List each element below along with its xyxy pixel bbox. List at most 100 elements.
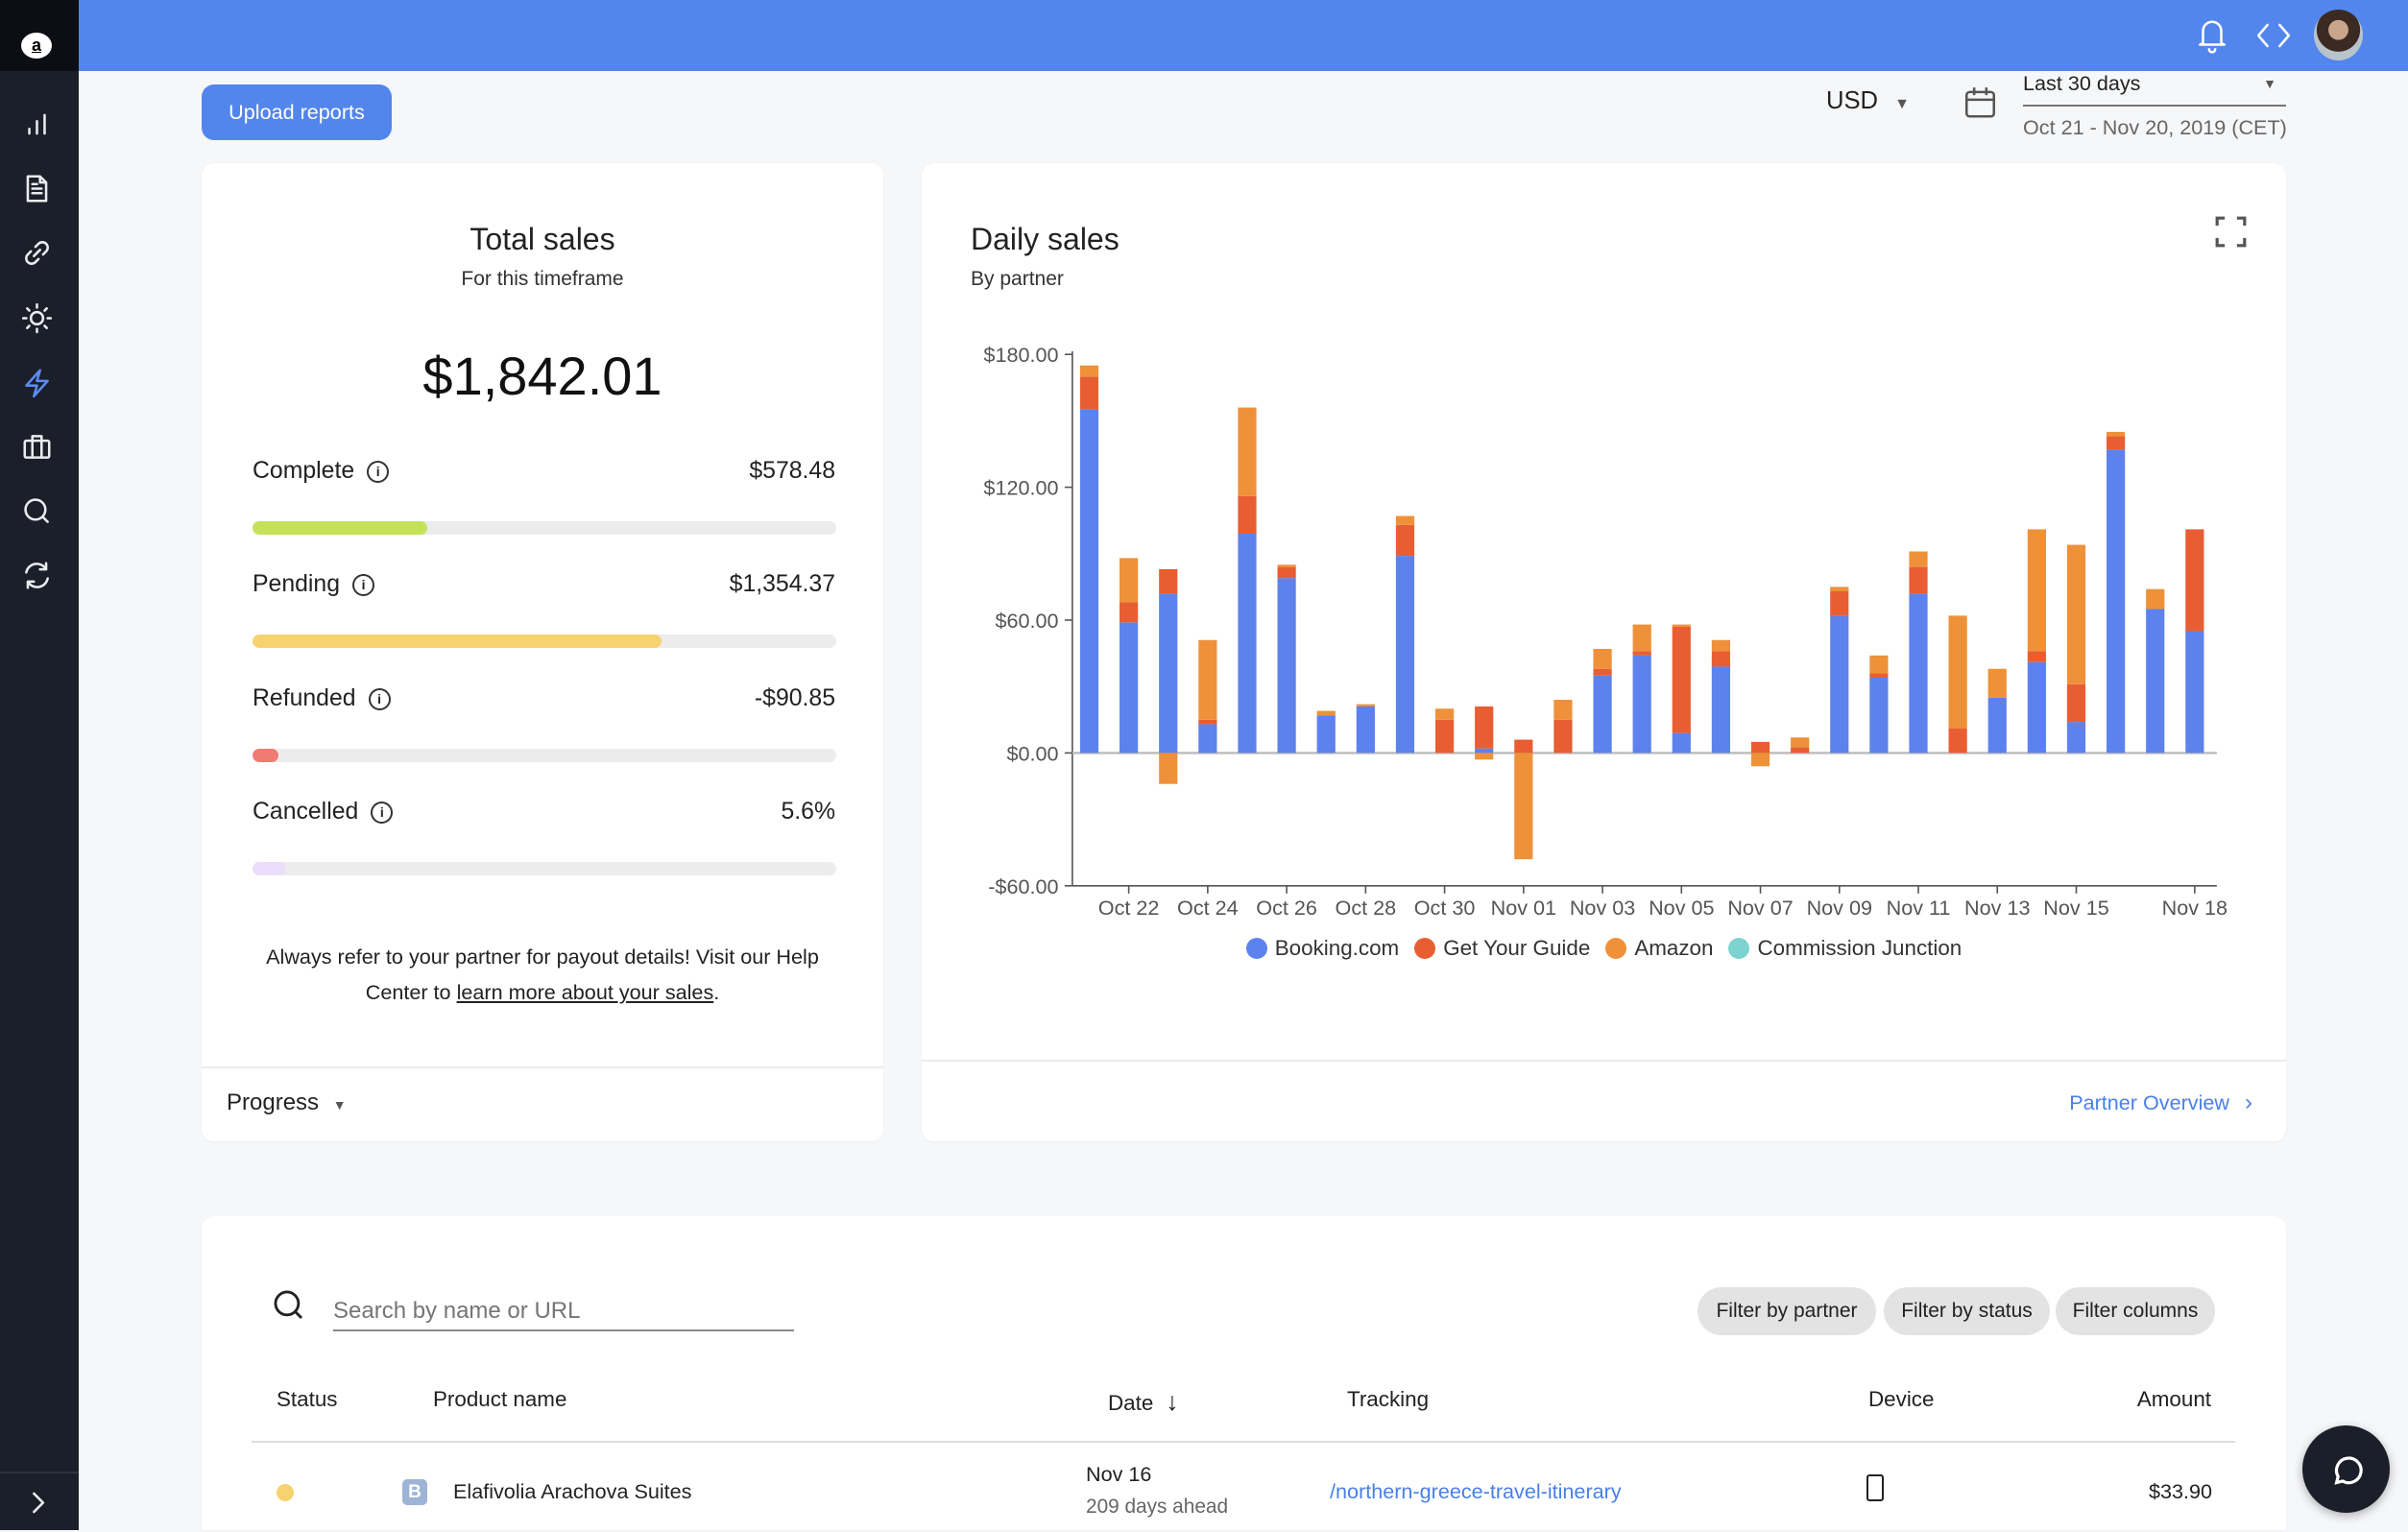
calendar-icon[interactable] [1963, 84, 1997, 126]
bar-get-your-guide [1750, 741, 1770, 754]
bar-booking-com [1711, 666, 1731, 754]
payout-note: Always refer to your partner for payout … [248, 939, 837, 1010]
column-header-product-name[interactable]: Product name [433, 1387, 566, 1412]
bar-amazon [1316, 710, 1336, 716]
column-header-date[interactable]: Date ↓ [1108, 1387, 1179, 1417]
avatar[interactable] [2314, 10, 2363, 60]
bar-get-your-guide [1830, 591, 1849, 616]
cancelled-progress-fill [253, 862, 286, 876]
total-amount: $1,842.01 [422, 346, 662, 406]
search-icon[interactable] [20, 494, 54, 528]
legend-dot [1728, 938, 1750, 959]
legend-label: Booking.com [1274, 936, 1400, 960]
bar-amazon [2027, 529, 2046, 652]
tracking-link[interactable]: /northern-greece-travel-itinerary [1330, 1479, 1622, 1504]
bar-booking-com [1475, 748, 1494, 754]
legend-dot [1605, 938, 1627, 959]
bar-get-your-guide [2066, 683, 2086, 723]
bar-get-your-guide [2185, 529, 2204, 632]
daily-sales-chart: $180.00 $120.00 $60.00 $0.00 -$60.00 Oct 22 Oc… [983, 343, 2227, 920]
y-tick-label: $60.00 [995, 609, 1058, 633]
bar-amazon [1632, 624, 1651, 652]
legend-label: Amazon [1634, 936, 1714, 960]
refresh-icon[interactable] [20, 559, 54, 592]
document-icon[interactable] [20, 172, 54, 205]
complete-label-text: Complete [253, 458, 355, 484]
info-icon[interactable]: i [352, 574, 375, 597]
bar-get-your-guide [1277, 566, 1296, 579]
learn-more-link[interactable]: learn more about your sales [457, 980, 714, 1004]
date-range-detail: Oct 21 - Nov 20, 2019 (CET) [2023, 115, 2287, 139]
legend-label: Commission Junction [1757, 936, 1963, 960]
x-tick-label: Nov 01 [1491, 896, 1556, 920]
logo[interactable]: a [21, 33, 52, 59]
refunded-label-text: Refunded [253, 684, 356, 711]
bell-icon[interactable] [2194, 15, 2230, 60]
pending-progress-bar [253, 634, 836, 649]
bar-amazon [2107, 431, 2126, 437]
caret-down-icon: ▼ [332, 1097, 347, 1113]
column-header-amount[interactable]: Amount [2137, 1387, 2211, 1412]
bar-amazon [1869, 655, 1889, 674]
filter-by-status-button[interactable]: Filter by status [1884, 1287, 2050, 1335]
info-icon[interactable]: i [371, 802, 394, 825]
bar-get-your-guide [1632, 651, 1651, 656]
upload-reports-button[interactable]: Upload reports [202, 84, 392, 140]
date-range-select[interactable]: Last 30 days ▼ [2023, 71, 2286, 107]
legend-item[interactable]: Booking.com [1245, 936, 1400, 961]
code-icon[interactable] [2253, 17, 2294, 59]
progress-select[interactable]: Progress ▼ [227, 1089, 347, 1116]
column-header-tracking[interactable]: Tracking [1347, 1387, 1429, 1412]
bar-amazon [2066, 544, 2086, 684]
x-tick-label: Oct 28 [1336, 896, 1397, 920]
date-header-label: Date [1108, 1391, 1154, 1415]
legend-label: Get Your Guide [1443, 936, 1591, 960]
y-tick-label: $120.00 [983, 476, 1058, 500]
bar-get-your-guide [1159, 568, 1178, 594]
bar-booking-com [2027, 661, 2046, 754]
product-name[interactable]: Elafivolia Arachova Suites [453, 1479, 691, 1504]
pending-progress-fill [253, 634, 662, 649]
legend-item[interactable]: Amazon [1605, 936, 1713, 961]
table-row[interactable]: B Elafivolia Arachova Suites Nov 16 209 … [252, 1451, 2235, 1530]
bar-get-your-guide [1120, 602, 1139, 623]
status-pending-dot [277, 1484, 294, 1501]
chat-button[interactable] [2302, 1425, 2390, 1513]
date-range-value: Last 30 days [2023, 71, 2141, 95]
bar-amazon [1434, 708, 1455, 720]
bar-chart-icon[interactable] [20, 108, 54, 141]
legend-item[interactable]: Get Your Guide [1414, 936, 1590, 961]
sun-icon[interactable] [20, 301, 54, 335]
x-tick-label: Oct 26 [1256, 896, 1317, 920]
row-date: Nov 16 [1086, 1462, 1152, 1486]
bar-amazon [1277, 564, 1296, 567]
filter-by-partner-button[interactable]: Filter by partner [1698, 1287, 1876, 1335]
chevron-right-icon[interactable] [20, 1486, 54, 1520]
card-title: Total sales [470, 222, 615, 256]
sort-down-arrow-icon[interactable]: ↓ [1166, 1387, 1179, 1416]
column-header-device[interactable]: Device [1868, 1387, 1934, 1412]
pending-label: Pending i [253, 571, 375, 598]
complete-value: $578.48 [749, 458, 835, 484]
card-subtitle: For this timeframe [461, 268, 624, 290]
bar-amazon [1238, 407, 1257, 496]
lightning-icon[interactable] [20, 366, 54, 399]
bar-amazon [1593, 648, 1612, 669]
info-icon[interactable]: i [367, 461, 390, 483]
info-icon[interactable]: i [368, 687, 391, 710]
legend-item[interactable]: Commission Junction [1728, 936, 1962, 961]
currency-select[interactable]: USD ▼ [1826, 87, 1910, 115]
bar-get-your-guide [2027, 651, 2046, 662]
column-header-status[interactable]: Status [277, 1387, 337, 1412]
refunded-label: Refunded i [253, 685, 391, 712]
bar-amazon [2146, 588, 2165, 610]
briefcase-icon[interactable] [20, 430, 54, 464]
legend-dot [1414, 938, 1436, 959]
bar-amazon [1987, 668, 2007, 698]
partner-overview-link[interactable]: Partner Overview › [2069, 1089, 2252, 1116]
filter-columns-button[interactable]: Filter columns [2056, 1287, 2215, 1335]
search-input[interactable] [333, 1293, 794, 1331]
bar-booking-com [1277, 578, 1296, 754]
link-icon[interactable] [20, 236, 54, 270]
bar-booking-com [1356, 706, 1375, 754]
